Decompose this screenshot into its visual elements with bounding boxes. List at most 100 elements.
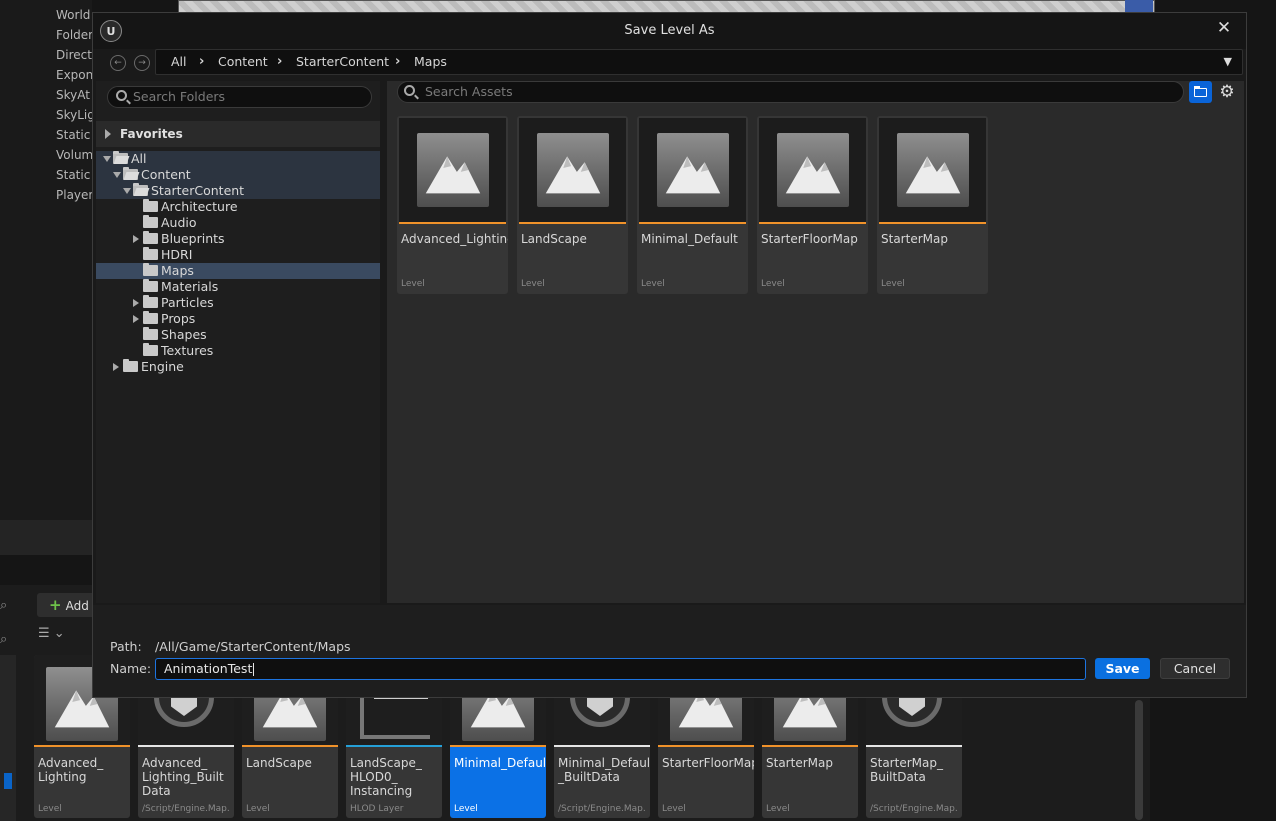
folder-tree-item[interactable]: Architecture — [96, 199, 380, 215]
chevron-down-icon[interactable]: ▼ — [1224, 50, 1232, 74]
folder-tree-item[interactable]: Content — [96, 167, 380, 183]
save-button[interactable]: Save — [1095, 658, 1150, 679]
asset-tile[interactable]: Advanced_Lighting Level — [397, 116, 508, 294]
scrollbar[interactable] — [1135, 700, 1143, 820]
folder-icon — [143, 327, 158, 340]
asset-type-color-bar — [519, 222, 626, 224]
search-folders-input[interactable]: Search Folders — [107, 86, 372, 108]
outliner-item[interactable]: Direct — [56, 45, 92, 65]
name-label: Name: — [110, 661, 152, 676]
source-panel-strip — [0, 655, 16, 821]
folder-icon[interactable] — [1189, 81, 1212, 103]
asset-thumbnail — [639, 118, 746, 222]
collapse-arrow-icon[interactable] — [123, 188, 131, 194]
selection-marker — [4, 773, 12, 789]
folder-tree-item[interactable]: Shapes — [96, 327, 380, 343]
search-assets-input[interactable]: Search Assets — [397, 81, 1184, 103]
outliner-item[interactable]: Expon — [56, 65, 93, 85]
close-icon[interactable]: ✕ — [1214, 15, 1234, 41]
folder-tree-label: HDRI — [161, 247, 193, 262]
asset-type-color-bar — [399, 222, 506, 224]
folder-icon — [143, 295, 158, 308]
gear-icon[interactable]: ⚙ — [1216, 81, 1238, 103]
folder-tree-item[interactable]: Textures — [96, 343, 380, 359]
folder-tree-item[interactable]: Particles — [96, 295, 380, 311]
chevron-right-icon[interactable]: › — [395, 50, 400, 74]
folder-tree-item[interactable]: Materials — [96, 279, 380, 295]
asset-type-color-bar — [450, 745, 546, 747]
folder-icon — [143, 311, 158, 324]
collapse-arrow-icon[interactable] — [113, 172, 121, 178]
level-icon — [897, 133, 969, 207]
asset-thumbnail — [519, 118, 626, 222]
asset-type: Level — [881, 279, 905, 289]
expand-arrow-icon[interactable] — [133, 235, 139, 243]
outliner-item[interactable]: Player — [56, 185, 93, 205]
outliner-item[interactable]: Static — [56, 165, 90, 185]
asset-type: Level — [454, 804, 478, 814]
asset-type-color-bar — [138, 745, 234, 747]
asset-name: Minimal_Default — [454, 756, 546, 770]
outliner-item[interactable]: Static — [56, 125, 90, 145]
folder-tree-item[interactable]: Audio — [96, 215, 380, 231]
outliner-item[interactable]: Folder — [56, 25, 93, 45]
add-button[interactable]: + Add — [37, 593, 97, 617]
expand-arrow-icon[interactable] — [133, 315, 139, 323]
search-icon — [404, 85, 415, 96]
folder-tree-item[interactable]: Blueprints — [96, 231, 380, 247]
name-field[interactable]: AnimationTest — [155, 658, 1086, 680]
search-icon[interactable]: ⌕ — [0, 598, 16, 614]
folder-tree-item[interactable]: StarterContent — [96, 183, 380, 199]
breadcrumb-content[interactable]: Content — [218, 50, 268, 74]
chevron-right-icon[interactable]: › — [199, 50, 204, 74]
folder-tree-item[interactable]: All — [96, 151, 380, 167]
forward-arrow-icon[interactable]: → — [134, 55, 150, 71]
asset-type: /Script/Engine.Map... — [558, 804, 646, 814]
folder-tree-item[interactable]: Props — [96, 311, 380, 327]
favorites-header[interactable]: Favorites — [96, 121, 380, 147]
folder-tree-item[interactable]: Maps — [96, 263, 380, 279]
filter-icon[interactable]: ☰ ⌄ — [38, 626, 65, 641]
asset-type: Level — [38, 804, 62, 814]
asset-tile[interactable]: Minimal_Default Level — [637, 116, 748, 294]
folder-tree-label: Engine — [141, 359, 184, 374]
asset-thumbnail — [879, 118, 986, 222]
asset-type-color-bar — [762, 745, 858, 747]
outliner-item[interactable]: SkyAt — [56, 85, 90, 105]
asset-type-color-bar — [554, 745, 650, 747]
expand-arrow-icon[interactable] — [105, 129, 111, 139]
folder-tree-label: Maps — [161, 263, 194, 278]
breadcrumb-startercontent[interactable]: StarterContent — [296, 50, 389, 74]
path-label: Path: — [110, 639, 142, 654]
world-outliner: World Folder Direct Expon SkyAt SkyLig Static V… — [0, 0, 95, 555]
folder-tree-item[interactable]: Engine — [96, 359, 380, 375]
save-footer: Path: /All/Game/StarterContent/Maps Name… — [93, 605, 1246, 697]
folder-icon — [143, 215, 158, 228]
breadcrumb-all[interactable]: All — [171, 50, 187, 74]
outliner-item[interactable]: SkyLig — [56, 105, 95, 125]
folder-open-icon — [133, 183, 148, 196]
folder-tree-item[interactable]: HDRI — [96, 247, 380, 263]
asset-tile[interactable]: LandScape Level — [517, 116, 628, 294]
search-assets-placeholder: Search Assets — [425, 84, 513, 99]
chevron-right-icon[interactable]: › — [277, 50, 282, 74]
cancel-button[interactable]: Cancel — [1160, 658, 1230, 679]
search-icon[interactable]: ⌕ — [0, 632, 16, 648]
add-button-label: Add — [65, 599, 89, 613]
outliner-item[interactable]: World — [56, 5, 90, 25]
folder-tree-label: Audio — [161, 215, 197, 230]
collapse-arrow-icon[interactable] — [103, 156, 111, 162]
text-caret — [253, 663, 255, 676]
back-arrow-icon[interactable]: ← — [110, 55, 126, 71]
asset-name: Advanced_ Lighting_Built Data — [142, 756, 224, 798]
asset-tile[interactable]: StarterMap Level — [877, 116, 988, 294]
breadcrumb-maps[interactable]: Maps — [414, 50, 447, 74]
expand-arrow-icon[interactable] — [113, 363, 119, 371]
plus-icon: + — [49, 596, 62, 614]
folder-panel: Search Folders Favorites All Content Start… — [96, 81, 380, 603]
title-bar: U Save Level As ✕ — [93, 13, 1246, 49]
folder-icon — [143, 343, 158, 356]
expand-arrow-icon[interactable] — [133, 299, 139, 307]
outliner-item[interactable]: Volum — [56, 145, 93, 165]
asset-tile[interactable]: StarterFloorMap Level — [757, 116, 868, 294]
